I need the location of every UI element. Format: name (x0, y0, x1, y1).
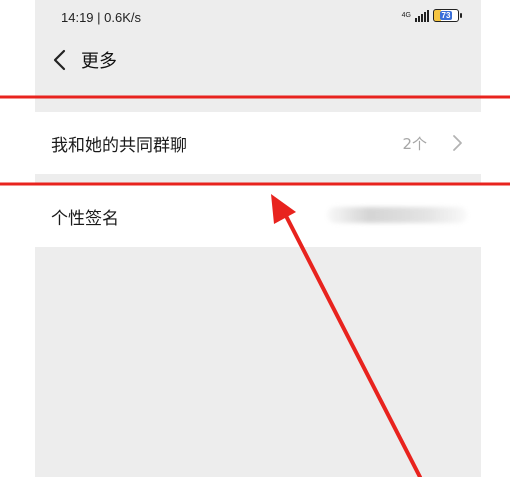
status-time-speed: 14:19 | 0.6K/s (61, 10, 141, 25)
network-type: 4G (401, 12, 411, 19)
common-groups-row[interactable]: 我和她的共同群聊 2个 (35, 112, 481, 174)
signal-icon (415, 9, 429, 22)
chevron-right-icon (453, 135, 462, 151)
nav-bar: 更多 (35, 36, 481, 84)
battery-icon: 73 (433, 9, 462, 22)
back-button[interactable] (47, 46, 75, 74)
signature-label: 个性签名 (51, 209, 119, 229)
common-groups-count: 2个 (402, 135, 427, 153)
common-groups-label: 我和她的共同群聊 (51, 136, 187, 156)
signature-value-blurred (327, 207, 467, 223)
status-icons: 4G 73 (401, 9, 462, 22)
back-arrow-icon (53, 49, 66, 71)
page-title: 更多 (81, 51, 117, 72)
battery-level: 73 (439, 11, 453, 20)
signature-row[interactable]: 个性签名 (35, 185, 481, 247)
phone-screen: 14:19 | 0.6K/s 4G 73 更多 我和她的共同群聊 2个 个性签名 (35, 0, 481, 477)
status-bar: 14:19 | 0.6K/s 4G 73 (35, 0, 481, 36)
